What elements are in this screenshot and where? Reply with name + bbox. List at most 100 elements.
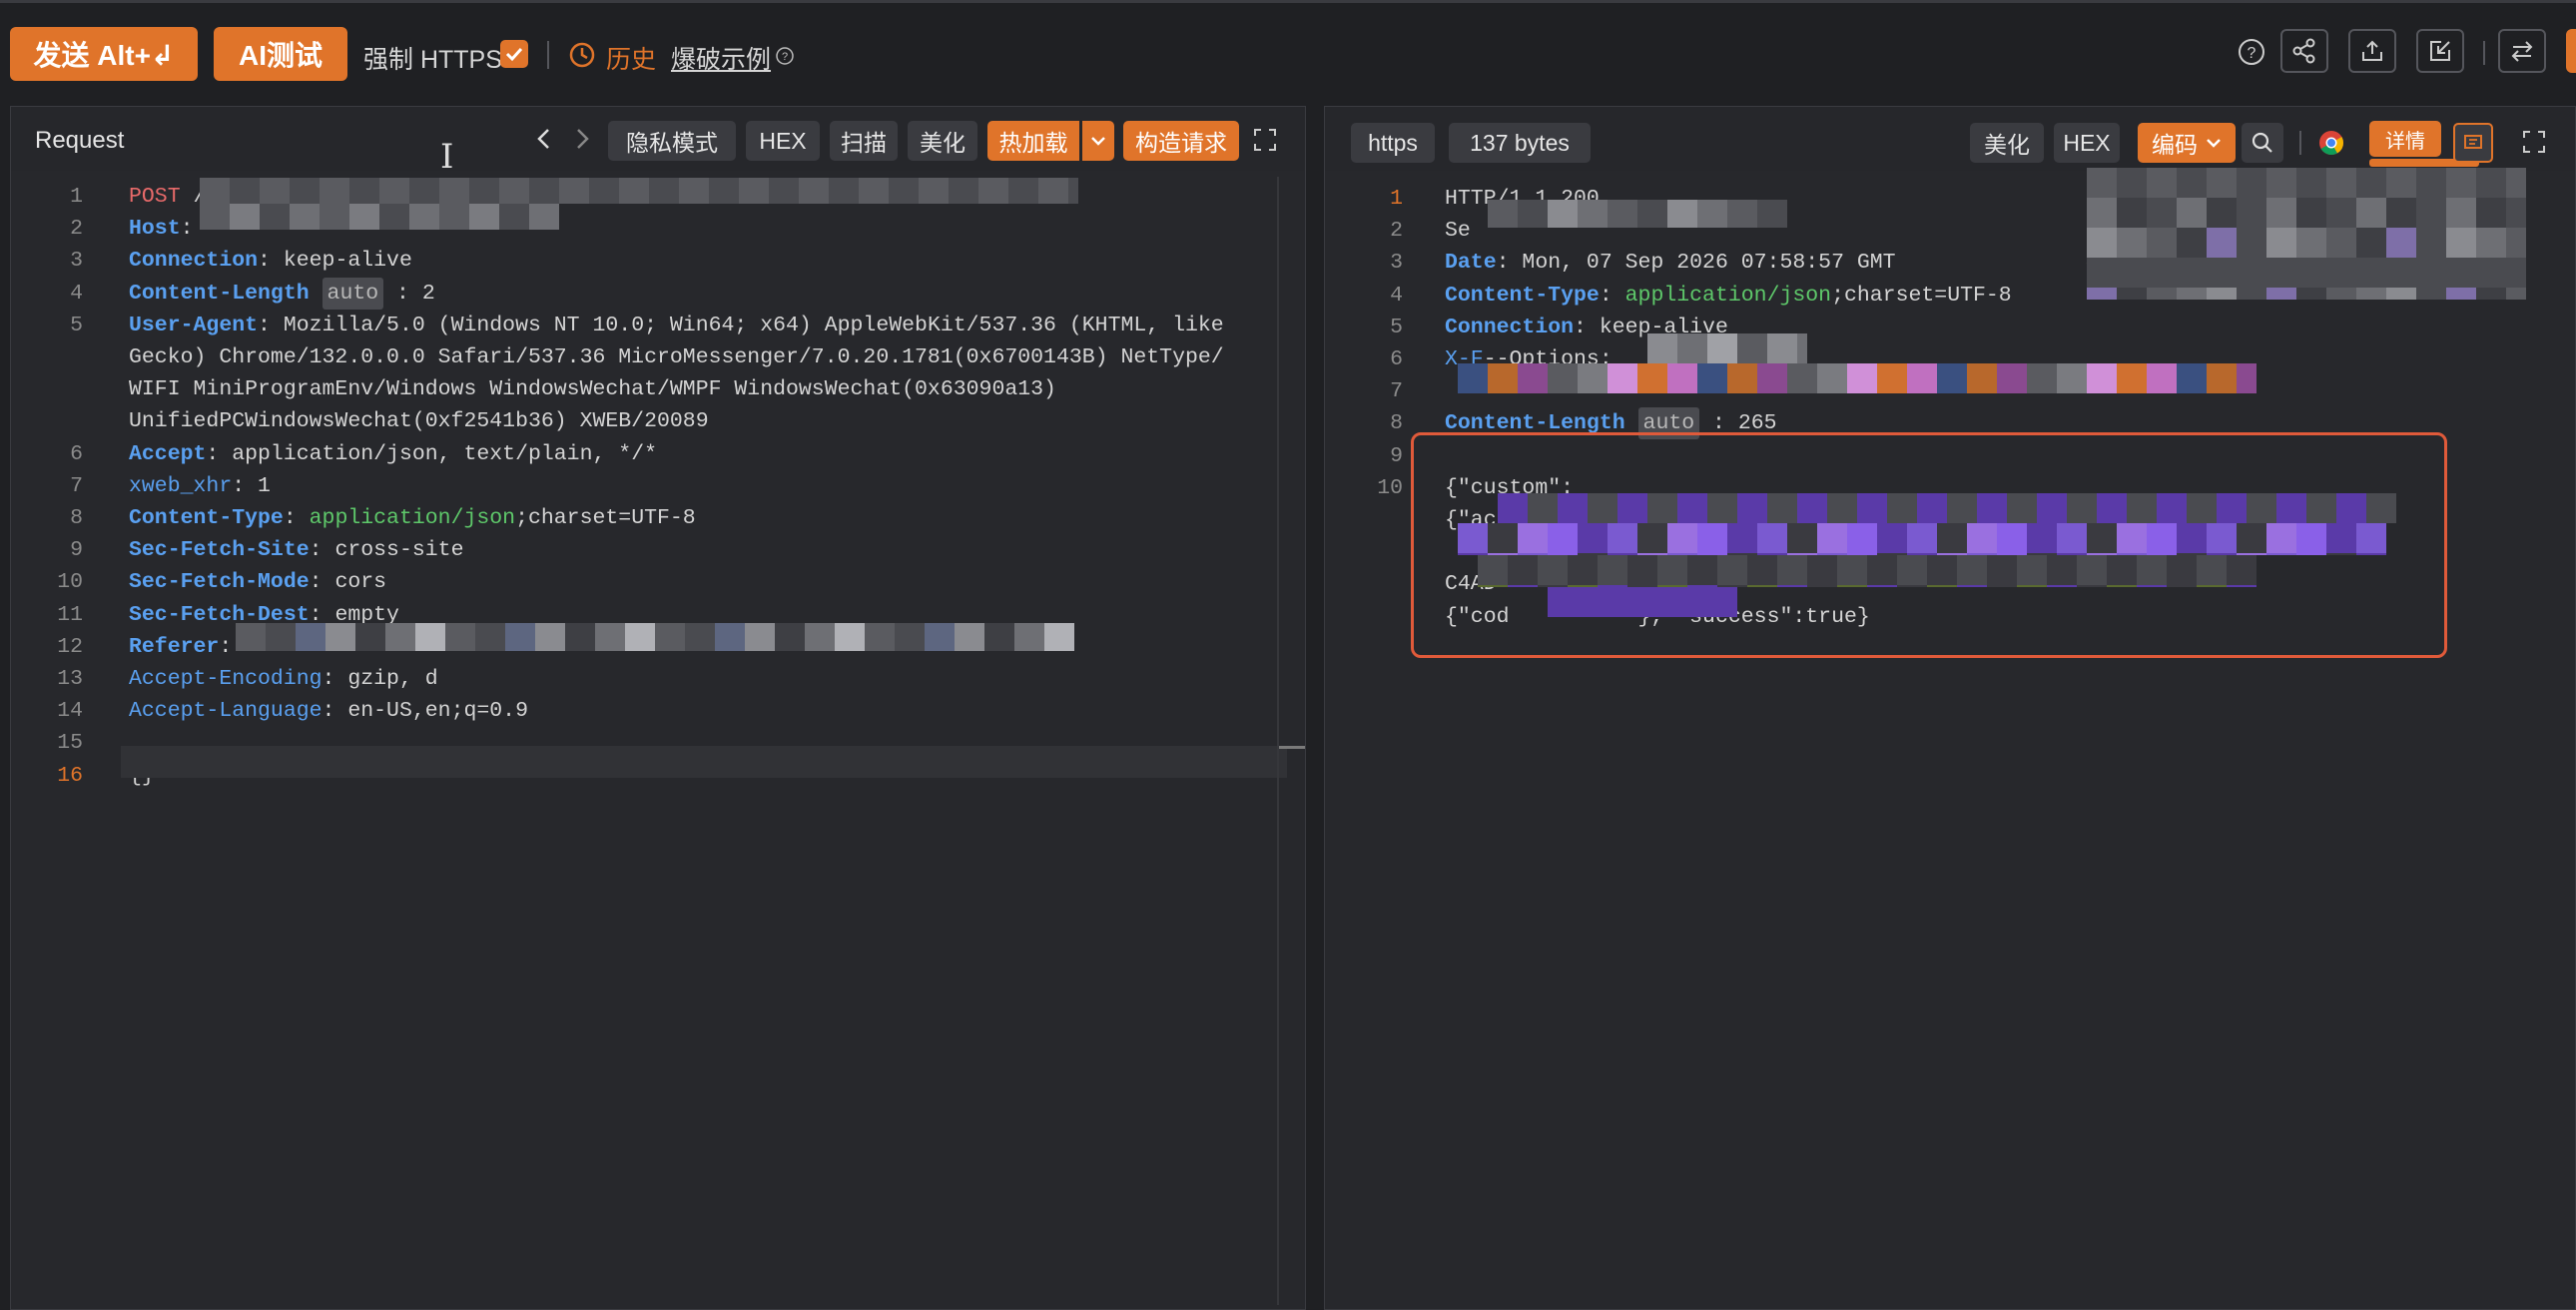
mosaic-cell [2157,493,2187,523]
line-content: Accept-Encoding: gzip, d [129,663,438,695]
response-beautify-button[interactable]: 美化 [1970,123,2044,163]
mosaic-cell [2087,363,2117,393]
scan-button[interactable]: 扫描 [830,121,898,161]
mosaic-cell [2266,168,2296,198]
mosaic-cell [1707,493,1737,523]
mosaic-cell [2506,198,2526,228]
mosaic-cell [1787,363,1817,393]
code-line[interactable]: 3 Connection: keep-alive [11,245,1305,277]
mosaic-cell [1717,555,1747,585]
search-button[interactable] [2242,123,2283,163]
code-line[interactable]: 5 User-Agent: Mozilla/5.0 (Windows NT 10.… [11,310,1305,341]
mosaic-cell [1608,363,1637,393]
mosaic-cell [2266,288,2296,300]
construct-request-button[interactable]: 构造请求 [1123,121,1239,161]
brute-example-link[interactable]: 爆破示例 [671,40,771,76]
protocol-chip: https [1351,123,1435,163]
code-line[interactable]: 14 Accept-Language: en-US,en;q=0.9 [11,695,1305,727]
mosaic-cell [595,623,625,651]
mosaic-cell [2266,523,2296,553]
code-line[interactable]: 9 Sec-Fetch-Site: cross-site [11,534,1305,566]
mosaic-cell [2336,493,2366,523]
mosaic-cell [1488,200,1518,228]
line-number: 16 [57,763,83,788]
mosaic-cell [2147,523,2177,553]
mosaic-cell [2147,288,2177,300]
swap-button[interactable] [2498,29,2546,73]
code-line[interactable]: 13 Accept-Encoding: gzip, d [11,663,1305,695]
mosaic-cell [2446,258,2476,288]
code-line[interactable]: 6 Accept: application/json, text/plain, *… [11,438,1305,470]
response-hex-button[interactable]: HEX [2054,123,2120,163]
code-line[interactable]: 7 xweb_xhr: 1 [11,470,1305,502]
force-https-checkbox[interactable] [500,40,528,68]
mosaic-cell [1478,555,1508,585]
beautify-button[interactable]: 美化 [908,121,977,161]
request-editor[interactable]: 1POST /chHTTP/1.12Host: 3Connection: kee… [11,177,1305,1309]
mosaic-cell [236,623,266,651]
export-button[interactable] [2348,29,2396,73]
mosaic-cell [2087,523,2117,553]
mosaic-cell [1997,523,2027,553]
mosaic-cell [1687,555,1717,585]
comment-icon [2464,135,2482,149]
code-line[interactable]: 4 Content-Length auto : 2 [11,277,1305,310]
chevron-left-icon[interactable] [532,125,556,153]
chrome-icon[interactable] [2317,129,2345,157]
hex-button[interactable]: HEX [746,121,820,161]
mosaic-cell [1707,333,1737,363]
line-number: 12 [57,634,83,659]
mosaic-cell [2237,258,2266,288]
comment-button[interactable] [2453,123,2493,163]
mosaic-cell [715,623,745,651]
line-number: 11 [57,602,83,627]
import-button[interactable] [2416,29,2464,73]
mosaic-cell [1508,585,1538,587]
line-content: Content-Type: application/json;charset=U… [129,502,696,534]
mosaic-cell [1797,493,1827,523]
code-line[interactable]: 5 Connection: keep-alive [1325,312,2575,343]
help-circle-icon[interactable]: ? [775,46,795,66]
privacy-mode-button[interactable]: 隐私模式 [608,121,736,161]
ai-test-button[interactable]: AI测试 [214,27,347,81]
line-content: Accept-Language: en-US,en;q=0.9 [129,695,528,727]
mosaic-cell [1727,200,1757,228]
mosaic-cell [1967,523,1997,553]
fullscreen-icon[interactable] [2521,129,2547,155]
mosaic-cell [2227,585,2256,587]
hotload-button[interactable]: 热加载 [987,121,1079,161]
line-number: 15 [57,731,83,756]
response-viewer[interactable]: 1 HTTP/1.1 200 2 Se 3 Date: Mon, 07 Sep 2026 … [1325,177,2575,1309]
mosaic-cell [2017,555,2047,585]
code-line[interactable]: Gecko) Chrome/132.0.0.0 Safari/537.36 Mi… [11,341,1305,373]
share-button[interactable] [2280,29,2328,73]
mosaic-cell [2326,553,2356,555]
code-line[interactable]: UnifiedPCWindowsWechat(0xf2541b36) XWEB/… [11,405,1305,437]
mosaic-cell [1518,363,1548,393]
mosaic-cell [1997,363,2027,393]
mosaic-cell [2386,168,2416,198]
main-toolbar: 发送 Alt+↲ AI测试 强制 HTTPS 历史 爆破示例 ? ? [0,3,2576,103]
code-line[interactable]: 8 Content-Type: application/json;charset=… [11,502,1305,534]
history-link[interactable]: 历史 [606,40,656,76]
history-clock-icon[interactable] [568,41,596,69]
edge-orange-tab[interactable] [2566,29,2576,73]
send-button[interactable]: 发送 Alt+↲ [10,27,198,81]
mosaic-cell [1647,333,1677,363]
mosaic-cell [2207,363,2237,393]
mosaic-cell [2356,258,2386,288]
code-line[interactable]: WIFI MiniProgramEnv/Windows WindowsWecha… [11,373,1305,405]
code-line[interactable]: 10 Sec-Fetch-Mode: cors [11,566,1305,598]
mosaic-cell [2117,228,2147,258]
detail-button[interactable]: 详情 [2369,121,2441,157]
help-icon[interactable]: ? [2237,37,2266,67]
chevron-right-icon[interactable] [570,125,594,153]
mosaic-cell [2177,228,2207,258]
encoding-button[interactable]: 编码 [2138,123,2236,163]
fullscreen-icon[interactable] [1252,127,1278,153]
mosaic-cell [1598,555,1627,585]
mosaic-cell [2237,363,2256,393]
hotload-dropdown[interactable] [1082,121,1114,161]
request-scrollbar-track[interactable] [1277,177,1279,1305]
request-scrollbar-mark[interactable] [1277,746,1305,749]
